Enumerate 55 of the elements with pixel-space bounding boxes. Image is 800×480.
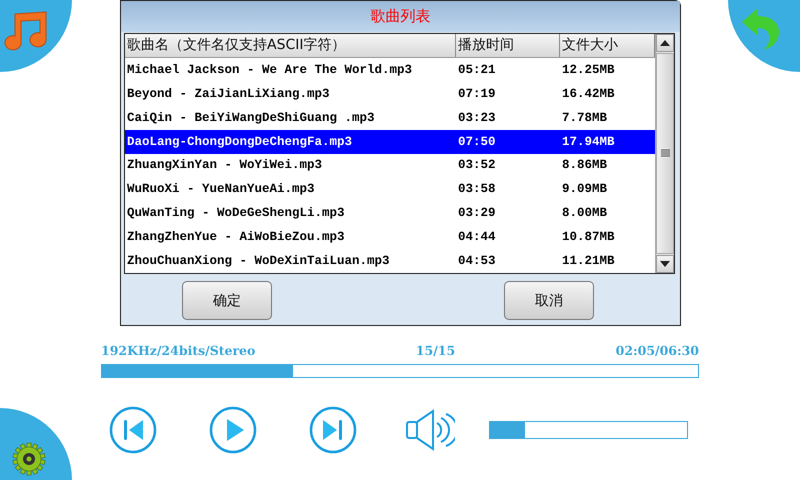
file-size: 17.94MB: [561, 134, 616, 149]
play-icon[interactable]: [209, 406, 257, 454]
play-time: 03:29: [457, 206, 497, 220]
scroll-up-icon[interactable]: [660, 40, 670, 46]
dialog-title: 歌曲列表: [121, 1, 680, 32]
file-size: 12.25MB: [561, 62, 616, 77]
song-row[interactable]: DaoLang-ChongDongDeChengFa.mp3 07:50 17.94MB: [125, 130, 655, 154]
song-name: CaiQin - BeiYiWangDeShiGuang .mp3: [126, 110, 376, 125]
song-name: QuWanTing - WoDeGeShengLi.mp3: [126, 206, 346, 220]
song-name: Michael Jackson - We Are The World.mp3: [126, 62, 414, 77]
scroll-down-icon[interactable]: [660, 261, 670, 267]
play-time: 02:05/06:30: [616, 343, 699, 360]
speaker-icon[interactable]: [405, 409, 455, 451]
file-size: 8.86MB: [561, 158, 608, 172]
cancel-button[interactable]: 取消: [504, 281, 594, 320]
next-icon[interactable]: [309, 406, 357, 454]
file-size: 10.87MB: [561, 230, 616, 244]
song-name: Beyond - ZaiJianLiXiang.mp3: [126, 86, 331, 101]
play-time: 04:53: [457, 254, 497, 268]
play-time: 07:50: [457, 134, 497, 149]
progress-bar[interactable]: [101, 364, 699, 378]
play-time: 05:21: [457, 62, 497, 77]
play-time: 03:52: [457, 158, 497, 172]
song-row[interactable]: QuWanTing - WoDeGeShengLi.mp3 03:29 8.00MB: [125, 201, 655, 226]
column-header[interactable]: 播放时间: [456, 34, 560, 57]
column-header[interactable]: 歌曲名（文件名仅支持ASCII字符）: [125, 34, 456, 57]
play-time: 03:23: [457, 110, 497, 125]
file-size: 11.21MB: [561, 254, 616, 268]
previous-icon[interactable]: [109, 406, 157, 454]
file-size: 8.00MB: [561, 206, 608, 220]
song-row[interactable]: ZhangZhenYue - AiWoBieZou.mp3 04:44 10.87MB: [125, 225, 655, 250]
track-counter: 15/15: [416, 343, 456, 360]
song-name: ZhangZhenYue - AiWoBieZou.mp3: [126, 230, 346, 244]
song-row[interactable]: WuRuoXi - YueNanYueAi.mp3 03:58 9.09MB: [125, 177, 655, 202]
song-row[interactable]: Michael Jackson - We Are The World.mp3 05:21 12.25MB: [125, 58, 655, 82]
song-name: DaoLang-ChongDongDeChengFa.mp3: [126, 134, 354, 149]
song-row[interactable]: ZhuangXinYan - WoYiWei.mp3 03:52 8.86MB: [125, 154, 655, 178]
settings-icon: [12, 442, 46, 476]
song-row[interactable]: CaiQin - BeiYiWangDeShiGuang .mp3 03:23 7.78MB: [125, 106, 655, 130]
file-size: 7.78MB: [561, 110, 608, 125]
audio-format: 192KHz/24bits/Stereo: [101, 343, 256, 360]
song-name: ZhouChuanXiong - WoDeXinTaiLuan.mp3: [126, 254, 391, 268]
file-size: 9.09MB: [561, 182, 608, 196]
song-name: ZhuangXinYan - WoYiWei.mp3: [126, 158, 324, 172]
play-time: 03:58: [457, 182, 497, 196]
song-name: WuRuoXi - YueNanYueAi.mp3: [126, 182, 316, 196]
file-size: 16.42MB: [561, 86, 616, 101]
song-row[interactable]: Beyond - ZaiJianLiXiang.mp3 07:19 16.42MB: [125, 82, 655, 106]
volume-bar[interactable]: [489, 421, 688, 439]
play-time: 07:19: [457, 86, 497, 101]
scrollbar[interactable]: [655, 34, 674, 273]
play-time: 04:44: [457, 230, 497, 244]
song-row[interactable]: ZhouChuanXiong - WoDeXinTaiLuan.mp3 04:53 11.21MB: [125, 249, 655, 274]
scroll-thumb[interactable]: [656, 53, 674, 254]
ok-button[interactable]: 确定: [182, 281, 272, 320]
